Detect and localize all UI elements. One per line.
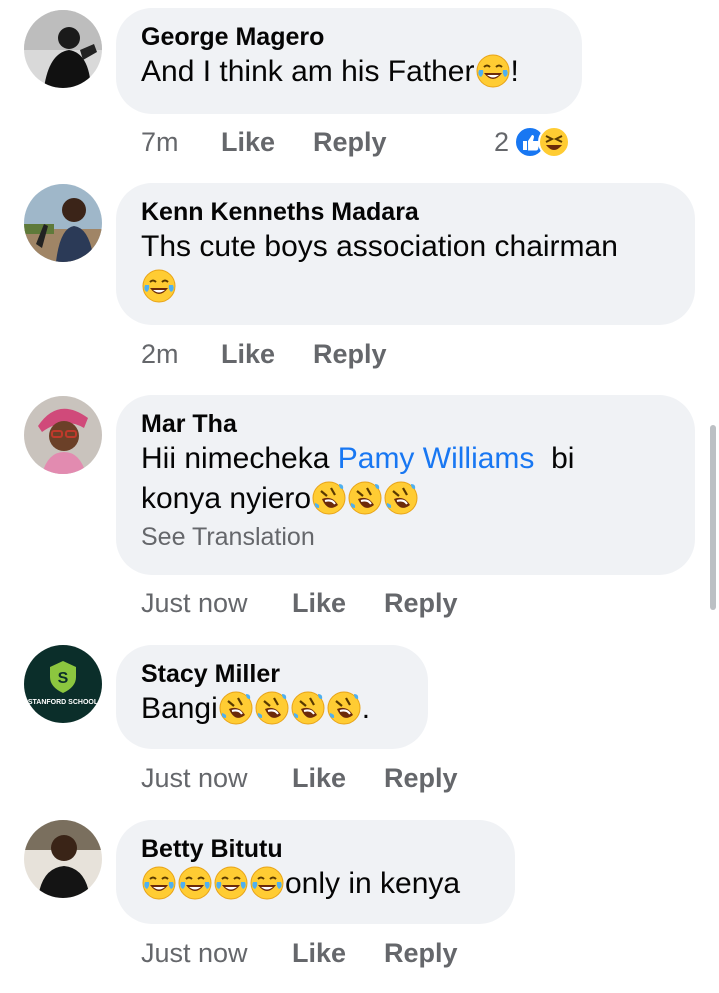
avatar[interactable]: [24, 10, 102, 88]
rofl-emoji-icon: [218, 691, 253, 725]
commenter-name[interactable]: Kenn Kenneths Madara: [141, 197, 669, 227]
comment-bubble: Stacy Miller Bangi.: [116, 645, 428, 749]
avatar[interactable]: [24, 396, 102, 474]
joy-emoji-icon: [475, 54, 510, 88]
avatar[interactable]: [24, 820, 102, 898]
comment-text: Hii nimecheka Pamy Williams bi: [141, 442, 575, 475]
like-button[interactable]: Like: [221, 336, 275, 372]
comment-actions: Just now Like Reply: [141, 935, 541, 971]
joy-emoji-icon: [142, 269, 176, 303]
comment-bubble: Betty Bitutu only in kenya: [116, 820, 515, 924]
scrollbar[interactable]: [710, 425, 716, 610]
reply-button[interactable]: Reply: [313, 124, 387, 160]
comment-text-line2: konya nyiero: [141, 479, 669, 519]
commenter-name[interactable]: Betty Bitutu: [141, 834, 489, 864]
like-button[interactable]: Like: [221, 124, 275, 160]
comment-text-emoji: [141, 267, 669, 307]
rofl-emoji-icon: [348, 481, 383, 515]
comment-text: Ths cute boys association chairman: [141, 230, 618, 263]
like-button[interactable]: Like: [292, 760, 346, 796]
comment-bubble: Mar Tha Hii nimecheka Pamy Williams bi k…: [116, 395, 695, 575]
comment-text: Bangi.: [141, 691, 371, 725]
joy-emoji-icon: [142, 866, 176, 900]
like-button[interactable]: Like: [292, 935, 346, 971]
joy-emoji-icon: [178, 866, 212, 900]
comment-bubble: George Magero And I think am his Father!: [116, 8, 582, 114]
rofl-emoji-icon: [254, 691, 289, 725]
mention-link[interactable]: Pamy Williams: [338, 442, 535, 475]
comment-time[interactable]: Just now: [141, 935, 248, 971]
commenter-name[interactable]: George Magero: [141, 22, 556, 52]
like-button[interactable]: Like: [292, 585, 346, 621]
comment-actions: 7m Like Reply 2: [141, 124, 611, 160]
reply-button[interactable]: Reply: [384, 760, 458, 796]
see-translation-link[interactable]: See Translation: [141, 521, 669, 553]
reply-button[interactable]: Reply: [384, 585, 458, 621]
comment-text: And I think am his Father!: [141, 54, 519, 88]
avatar[interactable]: [24, 184, 102, 262]
reaction-count: 2: [494, 127, 510, 157]
comment-time[interactable]: Just now: [141, 760, 248, 796]
commenter-name[interactable]: Mar Tha: [141, 409, 669, 439]
avatar-letter: S: [58, 670, 69, 687]
comment-actions: Just now Like Reply: [141, 760, 541, 796]
comment-actions: Just now Like Reply: [141, 585, 541, 621]
rofl-emoji-icon: [326, 691, 361, 725]
reply-button[interactable]: Reply: [313, 336, 387, 372]
reply-button[interactable]: Reply: [384, 935, 458, 971]
avatar-text: STANFORD SCHOOL: [28, 699, 99, 706]
joy-emoji-icon: [214, 866, 248, 900]
commenter-name[interactable]: Stacy Miller: [141, 659, 402, 689]
comment-time[interactable]: 2m: [141, 336, 179, 372]
comment-time[interactable]: 7m: [141, 124, 179, 160]
comment-time[interactable]: Just now: [141, 585, 248, 621]
rofl-emoji-icon: [312, 481, 347, 515]
laugh-icon: [538, 126, 570, 158]
comment-bubble: Kenn Kenneths Madara Ths cute boys assoc…: [116, 183, 695, 325]
rofl-emoji-icon: [384, 481, 419, 515]
joy-emoji-icon: [250, 866, 284, 900]
avatar[interactable]: S STANFORD SCHOOL: [24, 645, 102, 723]
comment-text: only in kenya: [141, 864, 489, 904]
rofl-emoji-icon: [290, 691, 325, 725]
comment-actions: 2m Like Reply: [141, 336, 541, 372]
